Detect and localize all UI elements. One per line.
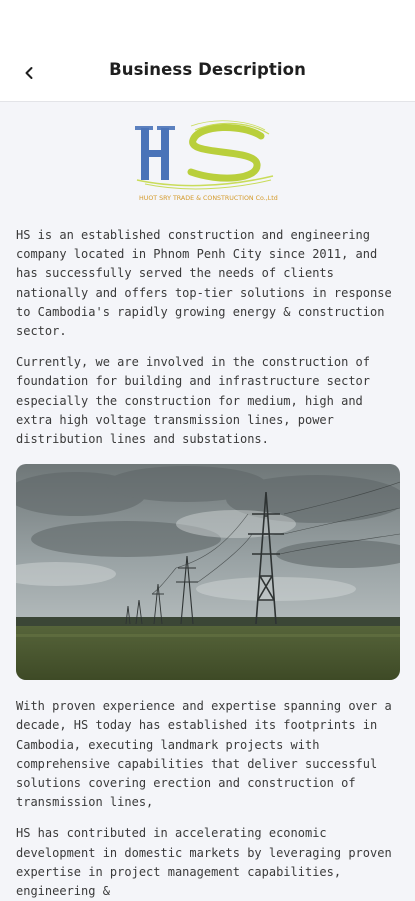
paragraph-contribution: HS has contributed in accelerating econo… <box>16 826 392 899</box>
logo-container: HUOT SRY TRADE & CONSTRUCTION Co.,Ltd <box>16 118 400 214</box>
page-title: Business Description <box>109 60 306 79</box>
paragraph-experience: With proven experience and expertise spa… <box>16 699 392 810</box>
business-description-content: HUOT SRY TRADE & CONSTRUCTION Co.,Ltd HS… <box>16 118 400 901</box>
app-header: Business Description <box>0 0 415 102</box>
paragraph-current-work: Currently, we are involved in the constr… <box>16 355 371 447</box>
transmission-towers-photo <box>16 464 400 681</box>
company-logo: HUOT SRY TRADE & CONSTRUCTION Co.,Ltd <box>133 118 283 214</box>
logo-tagline: HUOT SRY TRADE & CONSTRUCTION Co.,Ltd <box>139 195 278 202</box>
paragraph-intro: HS is an established construction and en… <box>16 228 392 339</box>
